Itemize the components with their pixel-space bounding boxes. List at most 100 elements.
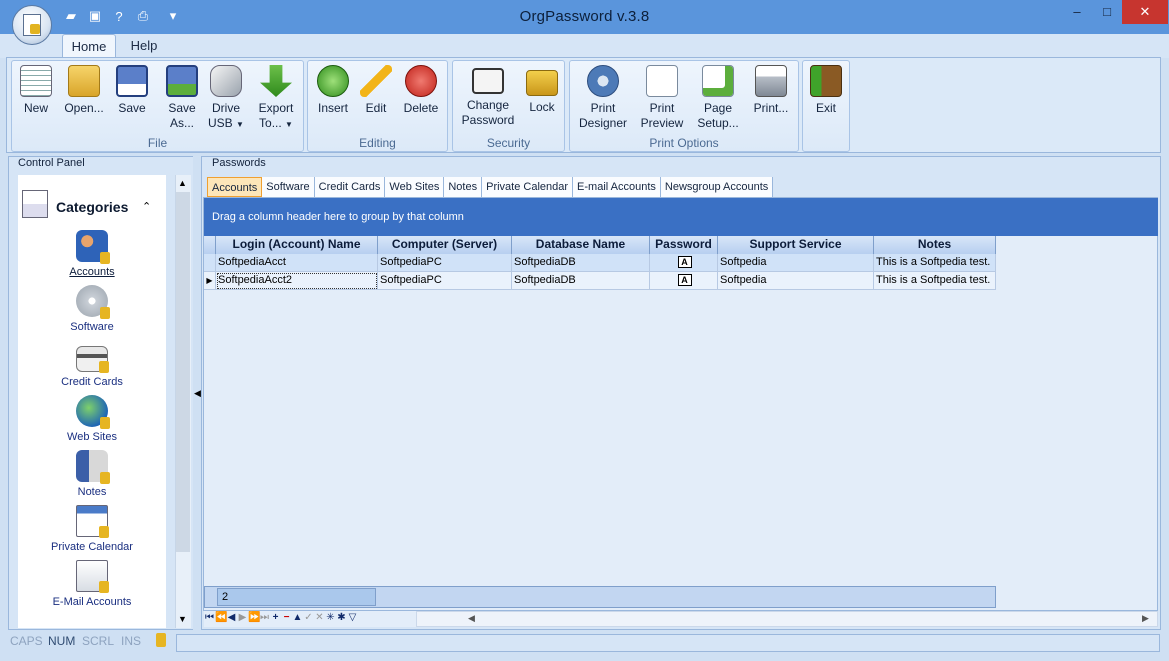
save-as-button[interactable]: Save As... bbox=[160, 62, 204, 134]
category-credit-cards[interactable]: Credit Cards bbox=[18, 340, 166, 388]
scroll-left-icon[interactable]: ◀ bbox=[468, 613, 475, 624]
tab-newsgroup-accounts[interactable]: Newsgroup Accounts bbox=[660, 177, 774, 197]
gear-icon bbox=[587, 65, 619, 97]
export-arrow-icon bbox=[260, 65, 292, 97]
column-computer[interactable]: Computer (Server) bbox=[378, 236, 512, 254]
tab-home[interactable]: Home bbox=[62, 34, 116, 58]
edit-button[interactable]: Edit bbox=[357, 62, 395, 134]
change-password-label-1: Change bbox=[466, 98, 510, 112]
tab-web-sites[interactable]: Web Sites bbox=[385, 177, 445, 197]
column-notes[interactable]: Notes bbox=[874, 236, 996, 254]
tab-private-calendar[interactable]: Private Calendar bbox=[482, 177, 574, 197]
panel-splitter[interactable]: ◀ bbox=[193, 156, 201, 630]
filter-icon[interactable]: ▽ bbox=[347, 611, 358, 625]
cell-password[interactable]: A bbox=[650, 272, 718, 290]
close-button[interactable]: ✕ bbox=[1122, 0, 1168, 24]
column-password[interactable]: Password bbox=[650, 236, 718, 254]
cell-database[interactable]: SoftpediaDB bbox=[512, 272, 650, 290]
prev-page-icon[interactable]: ⏪ bbox=[215, 611, 227, 625]
insert-record-icon[interactable]: + bbox=[270, 611, 281, 625]
row-indicator bbox=[204, 254, 216, 271]
post-record-icon[interactable]: ✓ bbox=[303, 611, 314, 625]
column-support-service[interactable]: Support Service bbox=[718, 236, 874, 254]
group-by-panel[interactable]: Drag a column header here to group by th… bbox=[204, 198, 1158, 236]
category-web-sites[interactable]: Web Sites bbox=[18, 395, 166, 443]
category-accounts[interactable]: Accounts bbox=[18, 230, 166, 278]
category-notes[interactable]: Notes bbox=[18, 450, 166, 498]
category-private-calendar[interactable]: Private Calendar bbox=[18, 505, 166, 553]
cell-password[interactable]: A bbox=[650, 254, 718, 272]
lock-button[interactable]: Lock bbox=[522, 62, 562, 134]
ribbon-tab-bar bbox=[0, 34, 1169, 58]
category-email-accounts[interactable]: E-Mail Accounts bbox=[18, 560, 166, 608]
next-page-icon[interactable]: ⏩ bbox=[248, 611, 260, 625]
collapse-icon[interactable]: ⌃ bbox=[142, 200, 151, 213]
tab-accounts[interactable]: Accounts bbox=[207, 177, 263, 197]
tab-email-accounts[interactable]: E-mail Accounts bbox=[573, 177, 661, 197]
edit-record-icon[interactable]: ▲ bbox=[292, 611, 303, 625]
table-row[interactable]: SoftpediaAcct SoftpediaPC SoftpediaDB A … bbox=[204, 254, 996, 272]
first-record-icon[interactable]: ⏮ bbox=[204, 611, 215, 625]
print-preview-button[interactable]: Print Preview bbox=[636, 62, 688, 134]
password-icon[interactable]: A bbox=[677, 274, 692, 286]
change-password-button[interactable]: Change Password bbox=[458, 62, 518, 134]
cell-support[interactable]: Softpedia bbox=[718, 272, 874, 290]
minimize-button[interactable]: – bbox=[1062, 0, 1092, 24]
last-record-icon[interactable]: ⏭ bbox=[259, 611, 270, 625]
tab-notes[interactable]: Notes bbox=[444, 177, 483, 197]
save-button[interactable]: Save bbox=[112, 62, 152, 134]
password-icon[interactable]: A bbox=[677, 256, 692, 268]
grid-horizontal-scrollbar[interactable] bbox=[416, 611, 1158, 627]
refresh-icon[interactable]: ✳ bbox=[325, 611, 336, 625]
lock-badge-icon bbox=[99, 526, 109, 538]
cell-database[interactable]: SoftpediaDB bbox=[512, 254, 650, 272]
lock-status-icon[interactable] bbox=[156, 633, 166, 647]
tab-credit-cards[interactable]: Credit Cards bbox=[314, 177, 386, 197]
next-record-icon[interactable]: ▶ bbox=[237, 611, 248, 625]
open-button[interactable]: Open... bbox=[60, 62, 108, 134]
cell-login[interactable]: SoftpediaAcct2 bbox=[216, 272, 378, 290]
print-button[interactable]: Print... bbox=[748, 62, 794, 134]
cell-support[interactable]: Softpedia bbox=[718, 254, 874, 272]
group-security-label: Security bbox=[486, 136, 531, 150]
page-setup-button[interactable]: Page Setup... bbox=[692, 62, 744, 134]
category-accounts-label: Accounts bbox=[69, 266, 115, 278]
print-preview-label-2: Preview bbox=[640, 116, 684, 130]
insert-button[interactable]: Insert bbox=[312, 62, 354, 134]
print-designer-button[interactable]: Print Designer bbox=[574, 62, 632, 134]
table-row[interactable]: ▶ SoftpediaAcct2 SoftpediaPC SoftpediaDB… bbox=[204, 272, 996, 290]
plus-icon bbox=[317, 65, 349, 97]
delete-record-icon[interactable]: − bbox=[281, 611, 292, 625]
cell-login[interactable]: SoftpediaAcct bbox=[216, 254, 378, 272]
exit-button[interactable]: Exit bbox=[806, 62, 846, 134]
cancel-record-icon[interactable]: ✕ bbox=[314, 611, 325, 625]
globe-icon bbox=[76, 395, 110, 429]
category-email-accounts-label: E-Mail Accounts bbox=[52, 596, 132, 608]
save-as-icon bbox=[166, 65, 198, 97]
cell-computer[interactable]: SoftpediaPC bbox=[378, 254, 512, 272]
cell-computer[interactable]: SoftpediaPC bbox=[378, 272, 512, 290]
drive-usb-button[interactable]: Drive USB ▼ bbox=[204, 62, 248, 134]
tab-software[interactable]: Software bbox=[262, 177, 315, 197]
categories-scroll-thumb[interactable] bbox=[176, 192, 190, 552]
print-button-label: Print... bbox=[753, 101, 789, 115]
maximize-button[interactable]: □ bbox=[1092, 0, 1122, 24]
scroll-down-icon[interactable]: ▼ bbox=[178, 614, 187, 624]
group-print-options-label: Print Options bbox=[649, 136, 719, 150]
delete-button[interactable]: Delete bbox=[399, 62, 443, 134]
new-button[interactable]: New bbox=[17, 62, 55, 134]
status-message bbox=[176, 634, 1160, 652]
category-software[interactable]: Software bbox=[18, 285, 166, 333]
scroll-right-icon[interactable]: ▶ bbox=[1142, 613, 1149, 624]
scroll-up-icon[interactable]: ▲ bbox=[178, 178, 187, 188]
cell-notes[interactable]: This is a Softpedia test. bbox=[874, 272, 996, 290]
export-button[interactable]: Export To... ▼ bbox=[252, 62, 300, 134]
collapse-left-icon[interactable]: ◀ bbox=[194, 388, 201, 399]
column-login[interactable]: Login (Account) Name bbox=[216, 236, 378, 254]
bookmark-icon[interactable]: ✱ bbox=[336, 611, 347, 625]
tab-help[interactable]: Help bbox=[124, 34, 164, 58]
column-database[interactable]: Database Name bbox=[512, 236, 650, 254]
prev-record-icon[interactable]: ◀ bbox=[226, 611, 237, 625]
app-menu-button[interactable] bbox=[12, 5, 52, 45]
cell-notes[interactable]: This is a Softpedia test. bbox=[874, 254, 996, 272]
